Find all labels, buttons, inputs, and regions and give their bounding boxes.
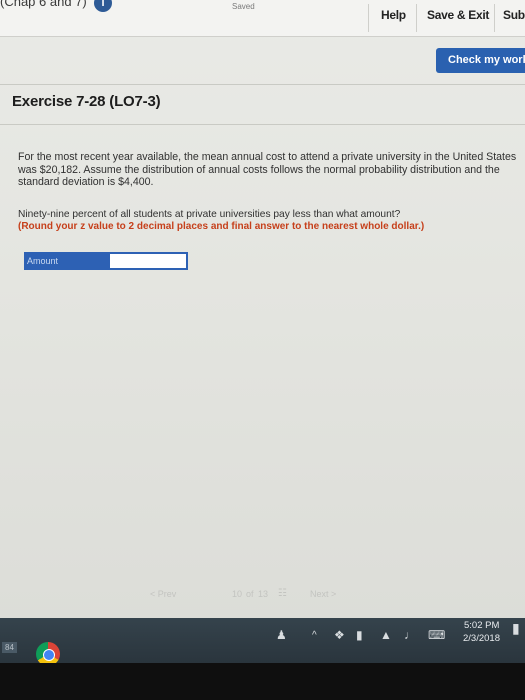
page-of: of xyxy=(246,589,254,599)
toolbar-divider xyxy=(416,4,417,32)
monitor-bezel xyxy=(0,663,525,700)
toolbar-divider xyxy=(368,4,369,32)
grid-view-icon[interactable]: ☷ xyxy=(278,588,287,599)
clock-date[interactable]: 2/3/2018 xyxy=(463,633,500,644)
amount-label: Amount xyxy=(24,252,108,270)
answer-row: Amount xyxy=(24,252,188,270)
rounding-instruction: (Round your z value to 2 decimal places … xyxy=(18,221,425,232)
next-button[interactable]: Next > xyxy=(310,589,336,599)
save-exit-button[interactable]: Save & Exit xyxy=(427,8,489,22)
info-icon[interactable]: i xyxy=(94,0,112,12)
top-toolbar: (Chap 6 and 7) i Saved Help Save & Exit … xyxy=(0,0,525,37)
people-icon[interactable]: ♟ xyxy=(276,628,287,642)
dropbox-icon[interactable]: ❖ xyxy=(334,628,345,642)
saved-status: Saved xyxy=(232,2,255,11)
help-button[interactable]: Help xyxy=(381,8,406,22)
pagination: < Prev 10 of 13 ☷ Next > xyxy=(150,587,370,603)
volume-icon[interactable]: ♩ xyxy=(404,628,416,642)
problem-text: For the most recent year available, the … xyxy=(18,151,517,189)
chapter-label: (Chap 6 and 7) xyxy=(0,0,87,9)
windows-taskbar: 84 ♟ ^ ❖ ▮ ▲ ♩ ⌨ ▮ xyxy=(0,618,525,663)
question-text: Ninety-nine percent of all students at p… xyxy=(18,209,401,220)
page-current: 10 xyxy=(232,589,243,599)
clock-time[interactable]: 5:02 PM xyxy=(464,620,499,631)
browser-viewport: (Chap 6 and 7) i Saved Help Save & Exit … xyxy=(0,0,525,622)
toolbar-divider xyxy=(494,4,495,32)
divider-line xyxy=(0,84,525,85)
check-my-work-button[interactable]: Check my work xyxy=(436,48,525,73)
divider-line xyxy=(0,124,525,125)
start-badge[interactable]: 84 xyxy=(2,642,17,653)
notification-icon[interactable]: ▮ xyxy=(512,620,520,637)
exercise-title: Exercise 7-28 (LO7-3) xyxy=(12,93,161,110)
keyboard-icon[interactable]: ⌨ xyxy=(428,628,445,642)
submit-button[interactable]: Sub xyxy=(503,8,525,22)
page-total: 13 xyxy=(258,589,269,599)
chevron-up-icon[interactable]: ^ xyxy=(312,630,317,641)
prev-button[interactable]: < Prev xyxy=(150,589,176,599)
amount-input[interactable] xyxy=(108,252,188,270)
wifi-icon[interactable]: ▲ xyxy=(380,628,392,642)
battery-icon[interactable]: ▮ xyxy=(356,628,363,642)
